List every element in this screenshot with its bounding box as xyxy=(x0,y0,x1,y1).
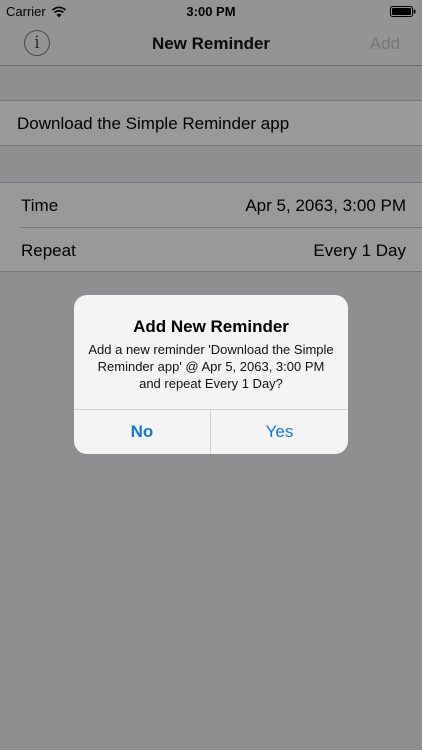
alert-button-bar: No Yes xyxy=(74,409,348,454)
add-reminder-alert: Add New Reminder Add a new reminder 'Dow… xyxy=(74,295,348,454)
alert-message: Add a new reminder 'Download the Simple … xyxy=(88,342,334,391)
no-button[interactable]: No xyxy=(74,410,211,454)
yes-button[interactable]: Yes xyxy=(211,410,348,454)
alert-title: Add New Reminder xyxy=(133,317,289,336)
